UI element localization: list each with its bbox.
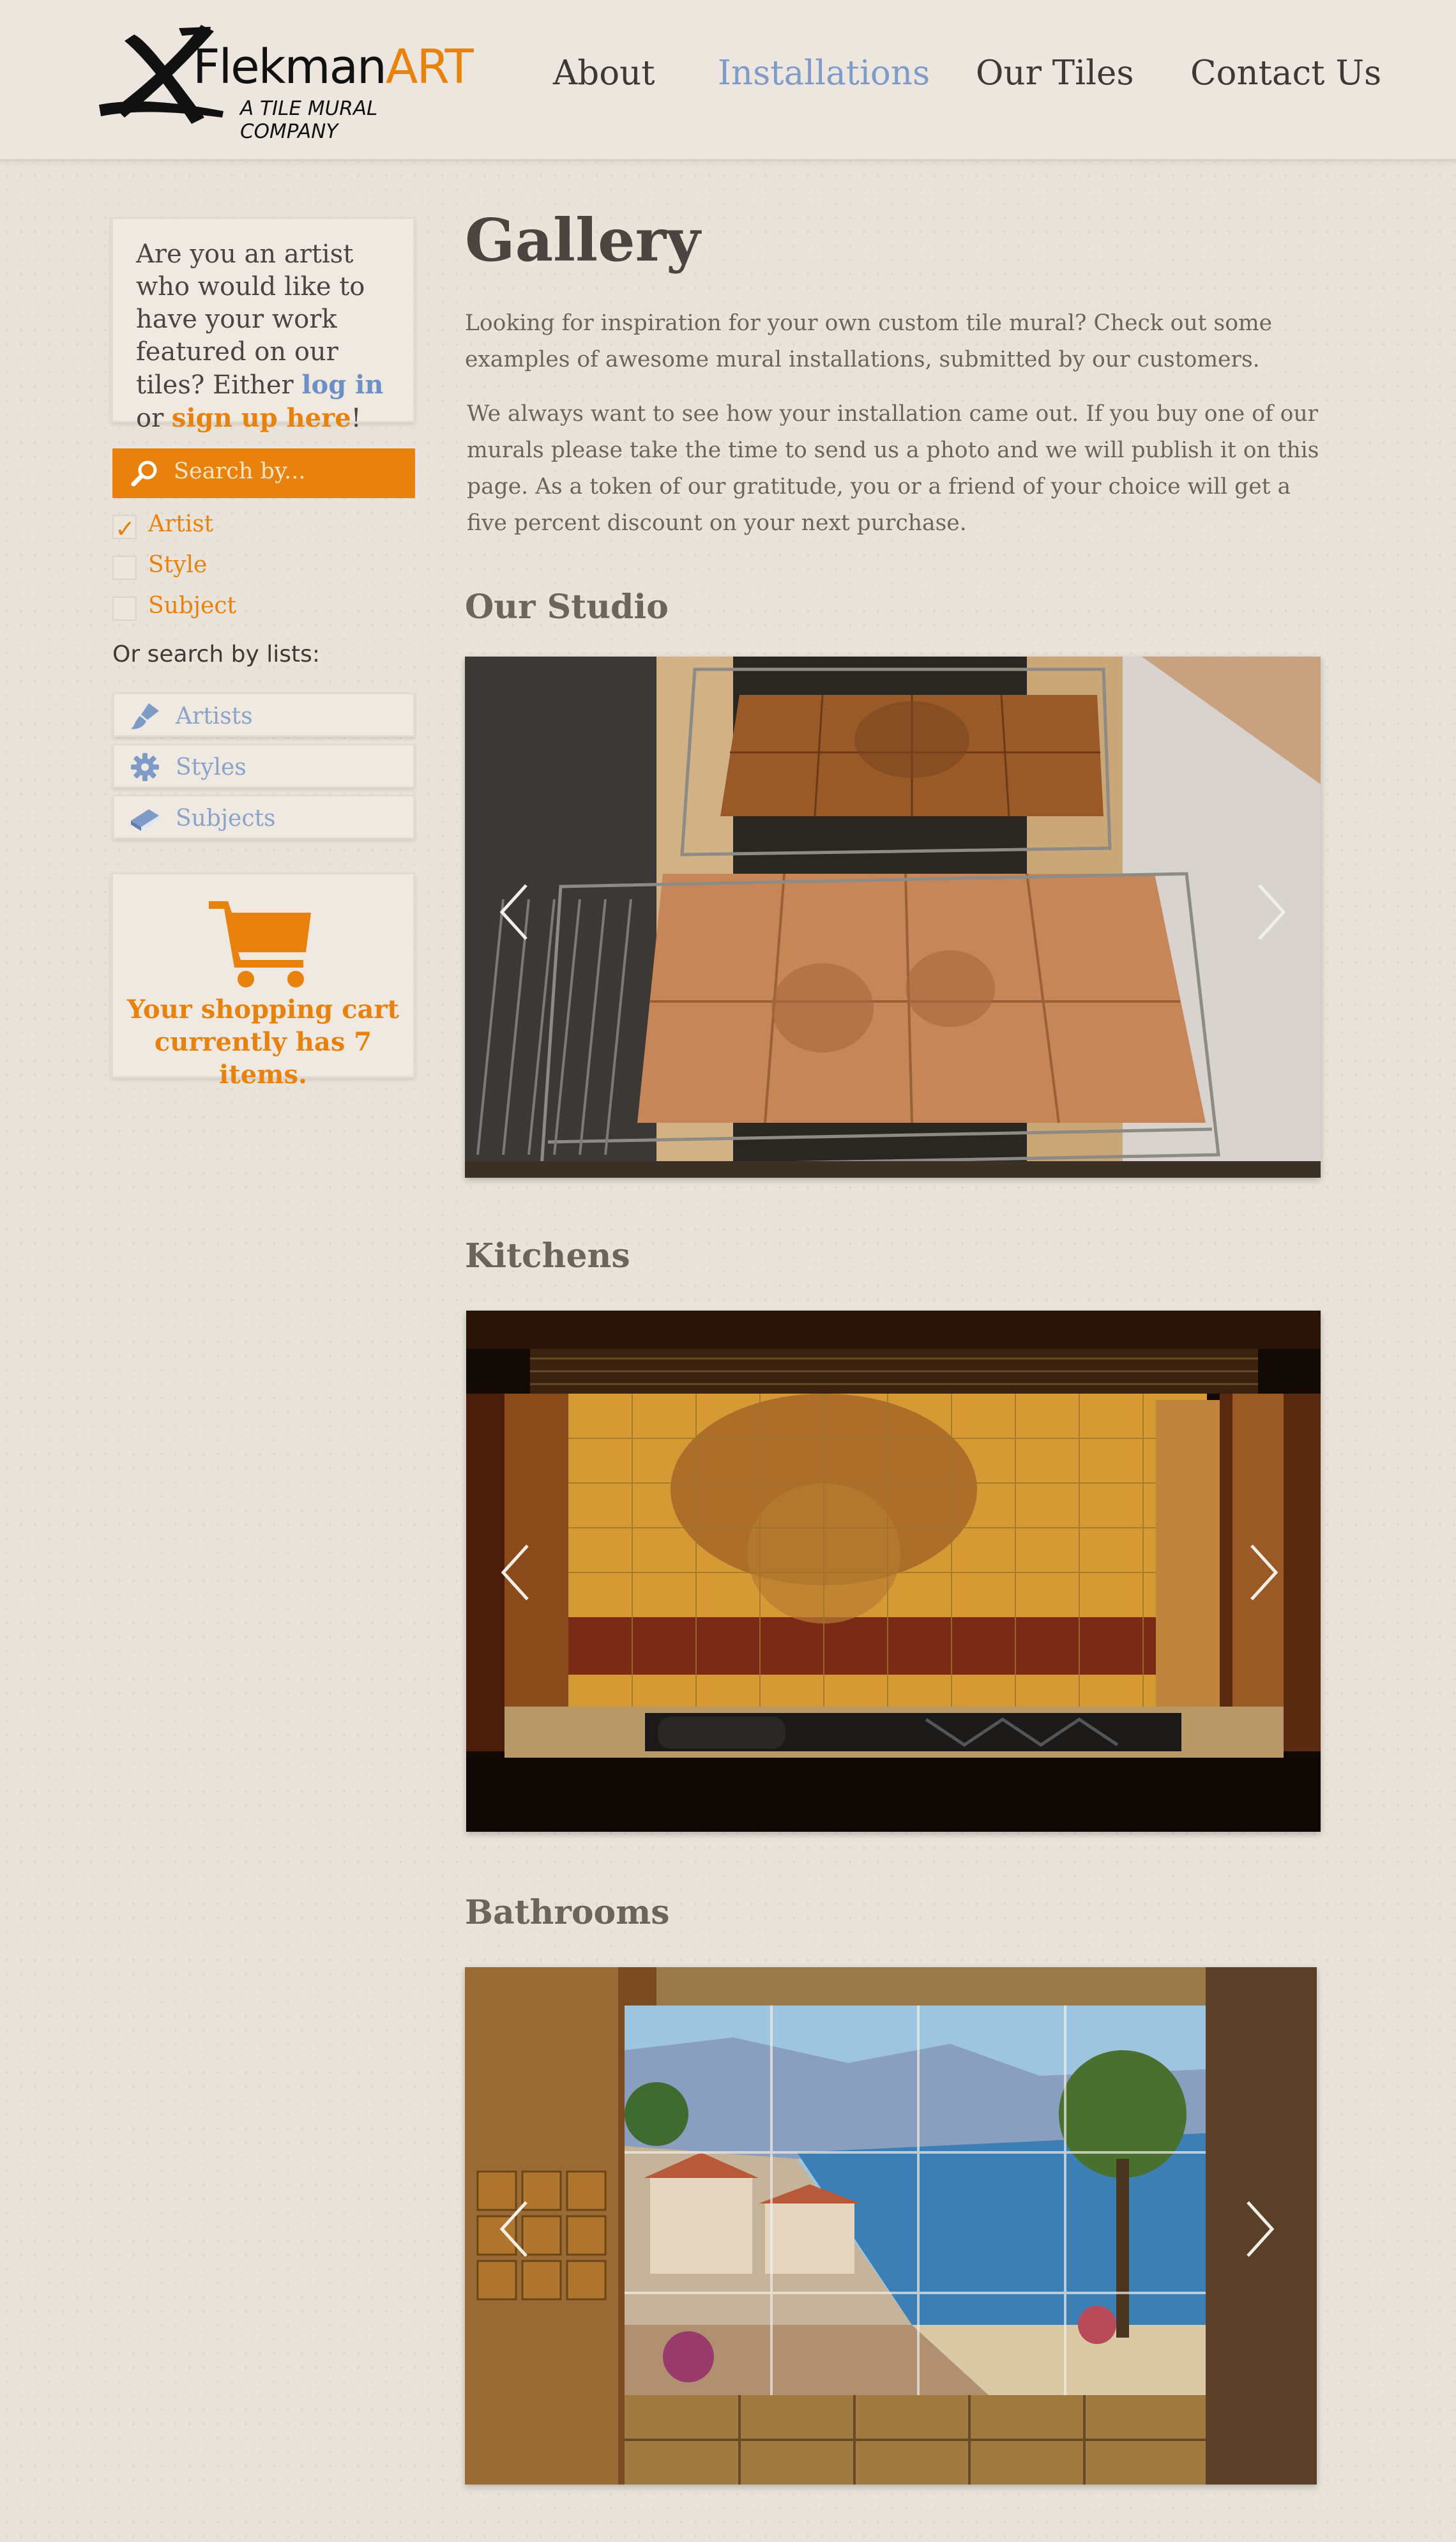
studio-photo <box>465 657 1321 1178</box>
carousel-prev-arrow-icon[interactable] <box>497 1541 535 1604</box>
login-link[interactable]: log in <box>301 370 383 400</box>
artist-prompt-text: Are you an artist who would like to have… <box>136 240 384 433</box>
list-button-subjects[interactable]: Subjects <box>112 795 415 839</box>
filter-label: Artist <box>148 511 214 537</box>
filter-label: Subject <box>148 593 236 619</box>
search-placeholder: Search by... <box>174 459 306 484</box>
nav-contact-us[interactable]: Contact Us <box>1190 54 1381 93</box>
carousel-next-arrow-icon[interactable] <box>1252 880 1290 944</box>
intro-paragraph-1: Looking for inspiration for your own cus… <box>465 310 1273 372</box>
section-title-studio: Our Studio <box>465 588 669 627</box>
checkbox-artist[interactable]: ✓ <box>112 515 137 543</box>
list-button-label: Subjects <box>176 805 276 832</box>
paintbrush-icon <box>131 703 159 729</box>
artist-prompt-box: Are you an artist who would like to have… <box>111 217 415 433</box>
nav-about[interactable]: About <box>553 54 655 93</box>
nav-our-tiles[interactable]: Our Tiles <box>976 54 1134 93</box>
shopping-cart-box[interactable]: Your shopping cart currently has 7 items… <box>111 872 415 1090</box>
main-nav: About Installations Our Tiles Contact Us <box>0 54 1456 105</box>
carousel-next-arrow-icon[interactable] <box>1240 2197 1278 2261</box>
list-button-label: Styles <box>176 754 246 780</box>
carousel-prev-arrow-icon[interactable] <box>496 2197 534 2261</box>
checkbox-style[interactable] <box>112 556 137 580</box>
book-icon <box>131 809 159 831</box>
kitchen-photo <box>466 1311 1321 1832</box>
studio-carousel[interactable] <box>465 657 1321 1178</box>
lists-heading: Or search by lists: <box>112 641 320 667</box>
search-input[interactable]: Search by... <box>112 448 415 498</box>
shopping-cart-icon <box>209 901 311 987</box>
site-header: FlekmanART A TILE MURAL COMPANY About In… <box>0 0 1456 161</box>
gear-icon <box>131 753 159 781</box>
carousel-next-arrow-icon[interactable] <box>1244 1541 1282 1604</box>
section-title-bathrooms: Bathrooms <box>465 1893 670 1932</box>
bathrooms-carousel[interactable] <box>465 1967 1317 2485</box>
nav-installations[interactable]: Installations <box>718 54 930 93</box>
checkbox-subject[interactable] <box>112 597 137 621</box>
checkmark-icon: ✓ <box>115 515 135 543</box>
page-title: Gallery <box>465 206 701 275</box>
signup-link[interactable]: sign up here <box>172 403 351 433</box>
list-button-artists[interactable]: Artists <box>112 692 415 737</box>
magnifier-icon <box>131 460 157 487</box>
carousel-prev-arrow-icon[interactable] <box>496 880 534 944</box>
section-title-kitchens: Kitchens <box>465 1237 630 1275</box>
list-button-styles[interactable]: Styles <box>112 743 415 788</box>
list-button-label: Artists <box>176 703 253 729</box>
kitchens-carousel[interactable] <box>466 1311 1321 1832</box>
intro-paragraph-2: We always want to see how your installat… <box>467 401 1319 536</box>
filter-label: Style <box>148 552 208 578</box>
bathroom-photo <box>465 1967 1317 2485</box>
cart-status-text: Your shopping cart currently has 7 items… <box>126 994 400 1090</box>
